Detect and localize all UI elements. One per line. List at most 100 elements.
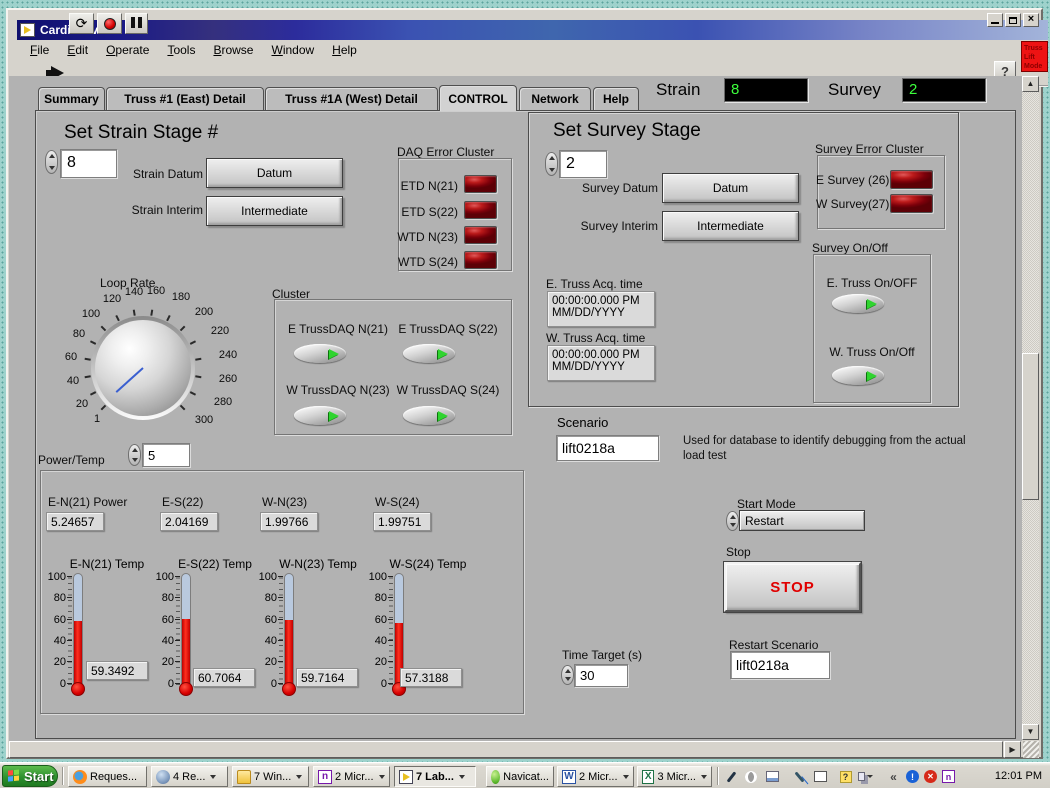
minimize-button[interactable] <box>987 13 1003 27</box>
signature-pen-icon[interactable] <box>792 769 807 784</box>
strain-section-title: Set Strain Stage # <box>64 122 218 144</box>
tray-onenote-icon[interactable]: n <box>941 769 956 784</box>
pause-button[interactable] <box>125 13 148 34</box>
taskbar: Start Reques... 4 Re... 7 Win... n 2 Mic… <box>0 762 1050 788</box>
start-mode-select[interactable]: Restart <box>739 510 865 531</box>
tab-network[interactable]: Network <box>519 87 591 110</box>
knob-scale-label: 40 <box>67 375 79 387</box>
sphere-icon <box>156 770 170 784</box>
taskbar-item-7lab-active[interactable]: 7 Lab... <box>394 766 476 787</box>
onenote-icon: n <box>318 770 332 784</box>
maximize-button[interactable] <box>1005 13 1021 27</box>
tab-help[interactable]: Help <box>593 87 639 110</box>
desktop: { "window": { "title": "Cardinal.vi" }, … <box>0 0 1050 788</box>
menu-bar: File Edit Operate Tools Browse Window He… <box>17 40 1048 59</box>
power-label: W-N(23) <box>262 495 307 509</box>
scenario-input[interactable]: lift0218a <box>556 435 659 461</box>
horizontal-scroll-thumb[interactable] <box>9 741 1003 758</box>
daq-led-label: WTD N(23) <box>396 230 458 244</box>
temp-value: 57.3188 <box>400 668 462 687</box>
tab-truss1-east[interactable]: Truss #1 (East) Detail <box>106 87 264 110</box>
w-trussdaq-n23-button[interactable] <box>294 406 346 425</box>
close-button[interactable]: × <box>1023 13 1039 27</box>
taskbar-item-2micr-onenote[interactable]: n 2 Micr... <box>313 766 390 787</box>
tab-summary[interactable]: Summary <box>38 87 105 110</box>
strain-datum-button[interactable]: Datum <box>206 158 343 188</box>
taskbar-item-7win[interactable]: 7 Win... <box>232 766 309 787</box>
menu-tools[interactable]: Tools <box>158 42 204 58</box>
survey-stage-input[interactable]: 2 <box>559 150 607 178</box>
taskbar-item-2micr-word[interactable]: W 2 Micr... <box>557 766 634 787</box>
strain-indicator-label: Strain <box>656 80 700 100</box>
menu-window[interactable]: Window <box>262 42 323 58</box>
speech-pause-icon[interactable] <box>743 769 758 784</box>
help-note-icon[interactable]: ? <box>838 769 853 784</box>
survey-interim-button[interactable]: Intermediate <box>662 211 799 241</box>
temp-value: 59.7164 <box>296 668 358 687</box>
scroll-right-button[interactable]: ▶ <box>1004 741 1021 758</box>
restart-scenario-label: Restart Scenario <box>729 638 818 652</box>
w-trussdaq-s24-button[interactable] <box>403 406 455 425</box>
taskbar-item-3micr-excel[interactable]: X 3 Micr... <box>637 766 712 787</box>
survey-stage-spinner[interactable] <box>545 152 558 176</box>
tray-info-icon[interactable]: ! <box>905 769 920 784</box>
scenario-note: Used for database to identify debugging … <box>683 434 978 464</box>
run-continuous-icon: ⟳ <box>76 15 88 32</box>
thermometer-es22: E-S(22) Temp 100 80 60 40 20 0 60.7064 <box>148 553 260 701</box>
temp-label: E-N(21) Temp <box>57 557 157 571</box>
taskbar-divider <box>62 767 64 785</box>
w-truss-onoff-button[interactable] <box>832 366 884 385</box>
time-target-spinner[interactable] <box>561 665 574 685</box>
start-mode-spinner[interactable] <box>726 511 739 531</box>
menu-edit[interactable]: Edit <box>58 42 97 58</box>
strain-datum-label: Strain Datum <box>118 167 203 181</box>
loop-rate-spinner[interactable] <box>128 444 141 466</box>
strain-stage-spinner[interactable] <box>45 150 58 174</box>
e-truss-onoff-button[interactable] <box>832 294 884 313</box>
scroll-up-button[interactable]: ▲ <box>1022 76 1039 92</box>
e-acq-time-display: 00:00:00.000 PMMM/DD/YYYY <box>547 291 655 327</box>
menu-browse[interactable]: Browse <box>204 42 262 58</box>
e-trussdaq-n21-button[interactable] <box>294 344 346 363</box>
taskbar-clock[interactable]: 12:01 PM <box>995 770 1042 782</box>
temp-value: 59.3492 <box>86 661 148 680</box>
resize-grip[interactable] <box>1023 741 1039 758</box>
e-trussdaq-s22-button[interactable] <box>403 344 455 363</box>
restart-scenario-input[interactable]: lift0218a <box>730 651 830 679</box>
thermometer-en21: E-N(21) Temp 100 80 60 40 20 0 59.3492 <box>40 553 152 701</box>
strain-interim-button[interactable]: Intermediate <box>206 196 343 226</box>
window-switch-icon[interactable] <box>858 769 873 784</box>
folder-icon <box>237 770 251 784</box>
abort-button[interactable] <box>97 13 122 34</box>
collapse-tray-chevron[interactable]: « <box>886 769 901 784</box>
tab-truss1a-west[interactable]: Truss #1A (West) Detail <box>265 87 438 110</box>
taskbar-item-4re[interactable]: 4 Re... <box>151 766 228 787</box>
input-panel-icon[interactable] <box>765 769 780 784</box>
knob-scale-label: 240 <box>219 349 237 361</box>
display-icon[interactable] <box>813 769 828 784</box>
menu-operate[interactable]: Operate <box>97 42 158 58</box>
survey-datum-button[interactable]: Datum <box>662 173 799 203</box>
run-continuous-button[interactable]: ⟳ <box>69 13 94 34</box>
tab-control[interactable]: CONTROL <box>439 85 517 111</box>
strain-stage-input[interactable]: 8 <box>60 149 117 178</box>
menu-help[interactable]: Help <box>323 42 366 58</box>
daq-led-label: WTD S(24) <box>396 255 458 269</box>
stop-button[interactable]: STOP <box>724 562 861 612</box>
menu-file[interactable]: File <box>21 42 58 58</box>
e-acq-time-label: E. Truss Acq. time <box>546 277 643 291</box>
dropdown-arrow-icon <box>379 775 385 779</box>
time-target-input[interactable]: 30 <box>574 664 628 687</box>
start-button[interactable]: Start <box>2 765 58 787</box>
taskbar-item-navicat[interactable]: Navicat... <box>486 766 554 787</box>
loop-rate-input[interactable]: 5 <box>142 443 190 467</box>
tray-security-icon[interactable]: ✕ <box>923 769 938 784</box>
pen-tool-icon[interactable] <box>724 769 739 784</box>
title-bar[interactable]: Cardinal.vi <box>17 20 1048 40</box>
green-arrow-icon <box>867 299 877 309</box>
taskbar-item-reques[interactable]: Reques... <box>68 766 147 787</box>
power-value: 1.99766 <box>260 512 318 531</box>
scroll-down-button[interactable]: ▼ <box>1022 724 1039 740</box>
vertical-scroll-thumb[interactable] <box>1022 353 1039 500</box>
etd-n21-error-led <box>464 175 497 193</box>
